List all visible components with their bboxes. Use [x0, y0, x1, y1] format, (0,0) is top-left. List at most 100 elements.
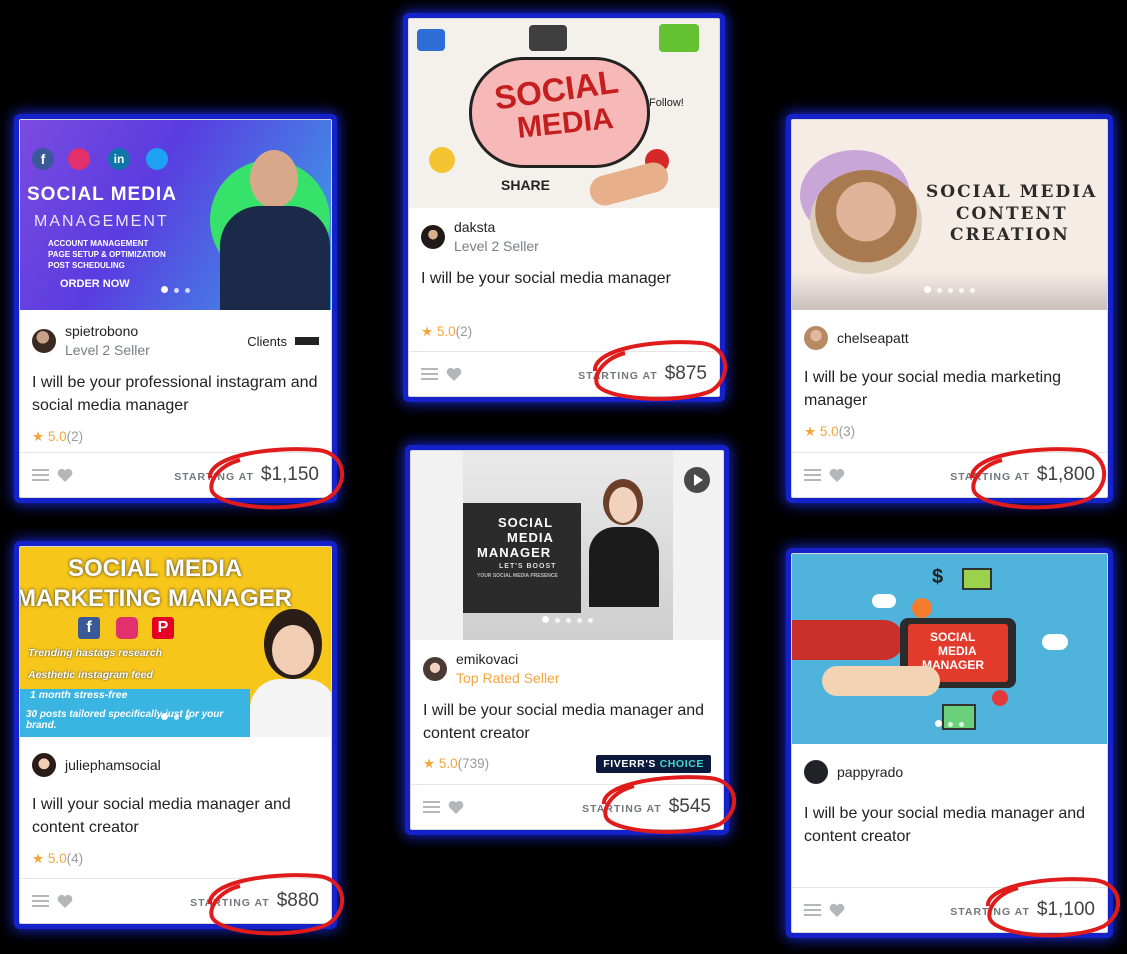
thumb-subheading: CREATION	[950, 225, 1070, 245]
gig-thumbnail[interactable]: SOCIAL MEDIA SHARE Follow!	[409, 19, 719, 208]
seller-name[interactable]: chelseapatt	[837, 329, 909, 348]
gig-thumbnail[interactable]: SOCIAL MEDIA CONTENT CREATION	[792, 120, 1107, 310]
carousel-dots[interactable]	[20, 707, 331, 725]
facebook-icon: f	[78, 617, 100, 639]
thumb-bullet: POST SCHEDULING	[48, 261, 125, 270]
avatar[interactable]	[804, 760, 828, 784]
gig-rating: ★ 5.0(739)	[423, 756, 490, 771]
heart-icon[interactable]	[829, 903, 845, 918]
carousel-dots[interactable]	[792, 280, 1107, 298]
seller-level: Top Rated Seller	[456, 670, 560, 686]
gig-footer: STARTING AT $875	[409, 351, 719, 396]
heart-icon[interactable]	[57, 894, 73, 909]
thumb-subheading: MEDIA	[938, 644, 977, 658]
thumb-subheading: MANAGEMENT	[34, 213, 169, 230]
menu-icon[interactable]	[804, 903, 821, 917]
thumb-heading: SOCIAL MEDIA	[27, 184, 177, 205]
seller-info: emikovaci Top Rated Seller	[411, 640, 723, 688]
thumb-bullet: 1 month stress-free	[30, 689, 128, 701]
gig-footer: STARTING AT $545	[411, 784, 723, 829]
seller-name[interactable]: emikovaci	[456, 650, 560, 669]
gig-thumbnail[interactable]: SOCIAL MEDIA MARKETING MANAGER f P Trend…	[20, 547, 331, 737]
menu-icon[interactable]	[421, 367, 438, 381]
gig-title[interactable]: I will your social media manager and con…	[20, 794, 331, 839]
heart-icon[interactable]	[829, 468, 845, 483]
instagram-icon	[116, 617, 138, 639]
gig-price[interactable]: STARTING AT $1,150	[174, 464, 319, 486]
avatar[interactable]	[423, 657, 447, 681]
thumb-tagline: LET'S BOOST	[499, 563, 557, 570]
menu-icon[interactable]	[32, 894, 49, 908]
seller-photo	[810, 170, 922, 274]
hand-pointing	[822, 666, 940, 696]
gig-price[interactable]: STARTING AT $880	[190, 890, 319, 912]
fiverrs-choice-badge: FIVERR'S CHOICE	[596, 755, 711, 773]
gig-title[interactable]: I will be your social media manager	[409, 268, 719, 291]
seller-name[interactable]: daksta	[454, 218, 539, 237]
gig-price[interactable]: STARTING AT $545	[582, 796, 711, 818]
gig-price[interactable]: STARTING AT $875	[578, 363, 707, 385]
gig-card-emikovaci[interactable]: SOCIAL MEDIA MANAGER LET'S BOOST YOUR SO…	[410, 450, 724, 830]
menu-icon[interactable]	[804, 468, 821, 482]
pinterest-icon: P	[152, 617, 174, 639]
seller-name[interactable]: juliephamsocial	[65, 756, 161, 775]
gig-card-pappyrado[interactable]: $ SOCIAL MEDIA MANAGER pappyrado I will …	[791, 553, 1108, 933]
hand-left	[792, 620, 904, 660]
gig-footer: STARTING AT $1,150	[20, 452, 331, 497]
thumb-heading: SOCIAL	[930, 630, 976, 644]
client-logo	[295, 337, 319, 345]
avatar[interactable]	[32, 753, 56, 777]
thumb-heading: SOCIAL MEDIA	[926, 182, 1098, 202]
heart-icon[interactable]	[446, 367, 462, 382]
heart-icon[interactable]	[448, 800, 464, 815]
thumb-bullet: PAGE SETUP & OPTIMIZATION	[48, 250, 166, 259]
gig-thumbnail[interactable]: $ SOCIAL MEDIA MANAGER	[792, 554, 1107, 744]
gig-thumbnail[interactable]: SOCIAL MEDIA MANAGER LET'S BOOST YOUR SO…	[411, 451, 723, 640]
thumb-heading: SOCIAL	[498, 515, 554, 530]
gig-card-chelseapatt[interactable]: SOCIAL MEDIA CONTENT CREATION chelseapat…	[791, 119, 1108, 498]
gig-card-juliephamsocial[interactable]: SOCIAL MEDIA MARKETING MANAGER f P Trend…	[19, 546, 332, 924]
thumb-subheading: MEDIA	[507, 530, 554, 545]
menu-icon[interactable]	[423, 800, 440, 814]
thumb-heading: SOCIAL MEDIA	[68, 555, 243, 582]
avatar[interactable]	[804, 326, 828, 350]
seller-name[interactable]: pappyrado	[837, 763, 903, 782]
clients-label: Clients	[247, 334, 319, 349]
gig-price[interactable]: STARTING AT $1,100	[950, 899, 1095, 921]
avatar[interactable]	[421, 225, 445, 249]
avatar[interactable]	[32, 329, 56, 353]
thumb-tagline: YOUR SOCIAL MEDIA PRESENCE	[477, 573, 558, 579]
gig-rating: ★ 5.0(2)	[32, 429, 84, 444]
carousel-dots[interactable]	[411, 610, 723, 628]
thumb-subheading: MANAGER	[477, 545, 552, 560]
carousel-dots[interactable]	[20, 280, 331, 298]
gig-footer: STARTING AT $880	[20, 878, 331, 923]
instagram-icon	[68, 148, 90, 170]
seller-name[interactable]: spietrobono	[65, 322, 150, 341]
seller-info: chelseapatt	[792, 310, 1107, 350]
play-icon[interactable]	[684, 467, 710, 493]
thumb-bullet: Trending hastags research	[28, 647, 163, 659]
gig-price[interactable]: STARTING AT $1,800	[950, 464, 1095, 486]
gig-footer: STARTING AT $1,800	[792, 452, 1107, 497]
thumb-label: SHARE	[501, 177, 551, 193]
carousel-dots[interactable]	[792, 714, 1107, 732]
gig-title[interactable]: I will be your professional instagram an…	[20, 372, 331, 417]
gig-card-spietrobono[interactable]: f in SOCIAL MEDIA MANAGEMENT ACCOUNT MAN…	[19, 119, 332, 498]
heart-icon[interactable]	[57, 468, 73, 483]
gig-card-daksta[interactable]: SOCIAL MEDIA SHARE Follow! daksta Level …	[408, 18, 720, 397]
gig-title[interactable]: I will be your social media manager and …	[411, 700, 723, 745]
thumb-subheading: CONTENT	[956, 204, 1068, 224]
seller-level: Level 2 Seller	[454, 238, 539, 254]
thumb-bullet: ACCOUNT MANAGEMENT	[48, 239, 149, 248]
thumb-label: Follow!	[649, 97, 684, 109]
linkedin-icon: in	[108, 148, 130, 170]
gig-title[interactable]: I will be your social media marketing ma…	[792, 367, 1107, 412]
gig-rating: ★ 5.0(4)	[32, 851, 84, 866]
gig-thumbnail[interactable]: f in SOCIAL MEDIA MANAGEMENT ACCOUNT MAN…	[20, 120, 331, 310]
seller-info: daksta Level 2 Seller	[409, 208, 719, 256]
seller-info: spietrobono Level 2 Seller Clients	[20, 310, 331, 360]
gig-title[interactable]: I will be your social media manager and …	[792, 803, 1107, 848]
gig-rating: ★ 5.0(2)	[421, 323, 473, 339]
menu-icon[interactable]	[32, 468, 49, 482]
